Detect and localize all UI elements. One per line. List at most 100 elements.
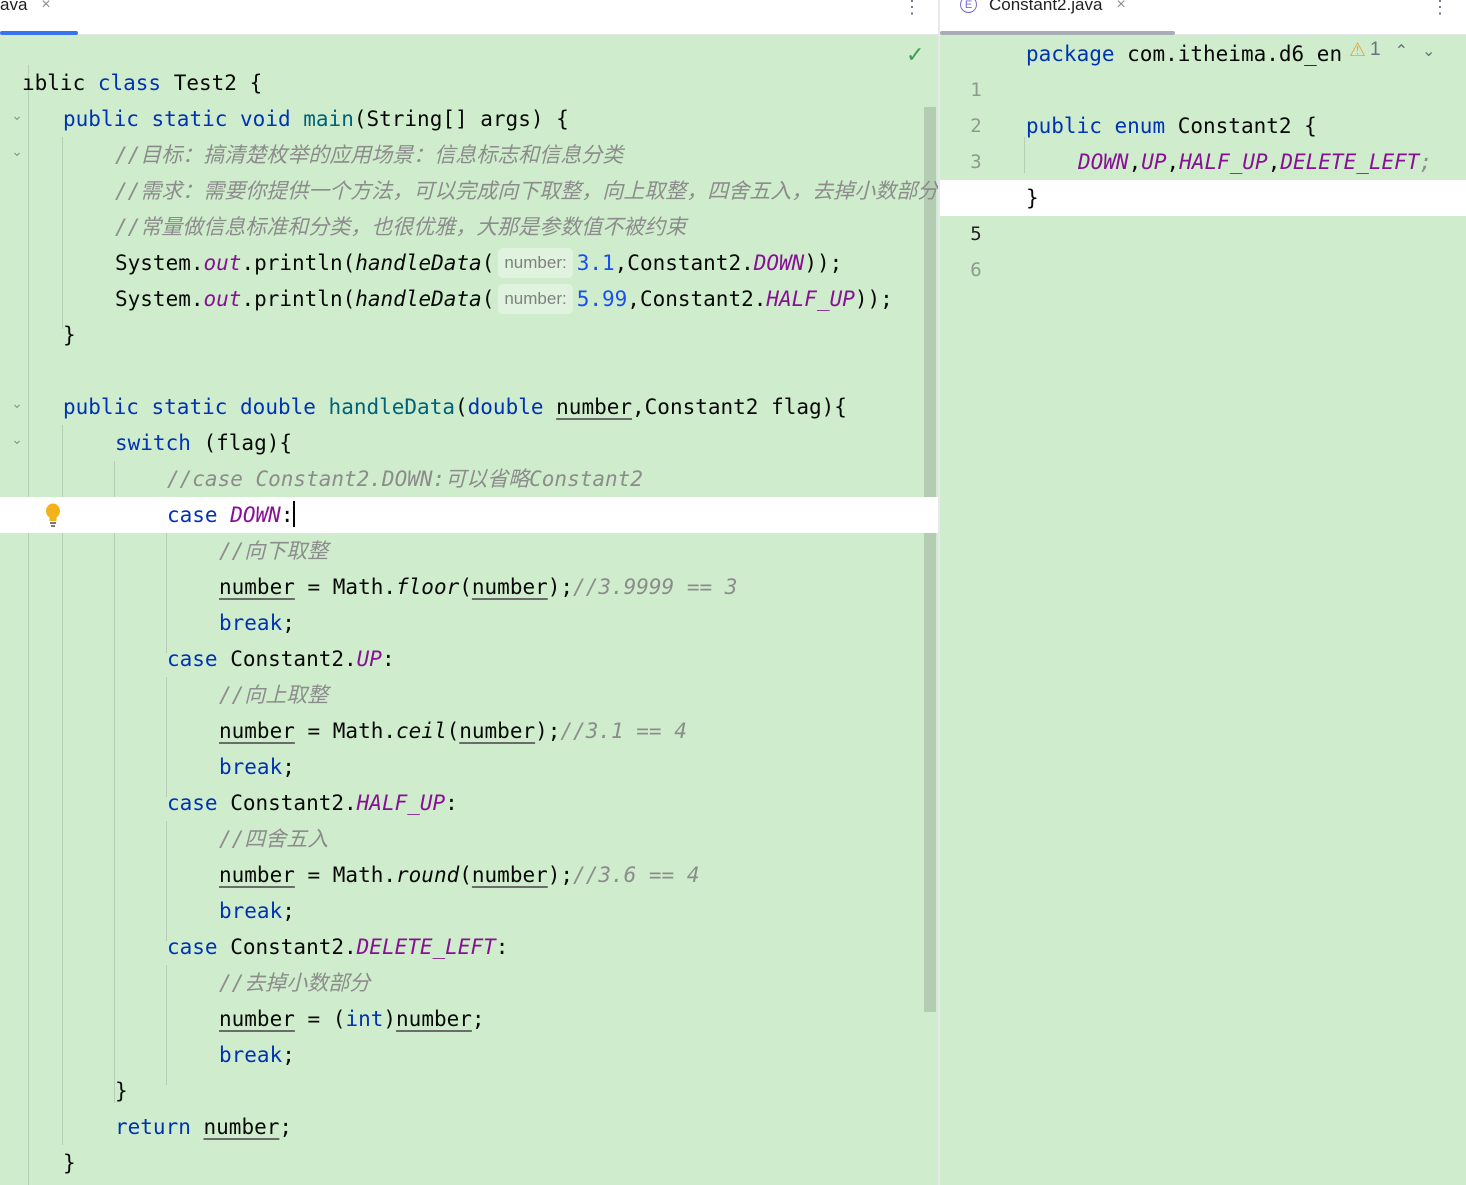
- method-call: ceil: [396, 719, 447, 743]
- close-icon[interactable]: ×: [1116, 0, 1125, 14]
- keyword: return: [115, 1115, 191, 1139]
- code-line: number = Math.ceil(number);//3.1 == 4: [0, 713, 938, 749]
- tab-constant2-java[interactable]: E Constant2.java ×: [960, 0, 1126, 34]
- tab-test2-java[interactable]: ava ×: [0, 0, 51, 34]
- keyword: public: [63, 395, 139, 419]
- reassigned-parameter: number: [219, 1007, 295, 1031]
- code-line: number = Math.round(number);//3.6 == 4: [0, 857, 938, 893]
- code-text: Constant2.: [217, 791, 357, 815]
- code-text: System.: [115, 251, 204, 275]
- code-line: System.out.println(handleData(number: 5.9…: [0, 281, 938, 317]
- code-text: ;: [279, 1115, 293, 1139]
- code-text: (: [454, 395, 468, 419]
- code-line: public static void main(String[] args) {: [0, 101, 938, 137]
- keyword: static: [151, 395, 228, 419]
- code-line: System.out.println(handleData(number: 3.1…: [0, 245, 938, 281]
- code-text: Constant2.: [217, 647, 357, 671]
- code-line: //四舍五入: [0, 821, 938, 857]
- enum-constant: HALF_UP: [1179, 150, 1268, 174]
- code-text: ,Constant2.: [627, 287, 767, 311]
- method-name: main: [303, 107, 354, 131]
- code-text: ,: [1128, 150, 1142, 174]
- code-text: ;: [282, 899, 295, 923]
- keyword: case: [167, 647, 218, 671]
- code-text: ));: [854, 287, 893, 311]
- code-line: break;: [0, 749, 938, 785]
- keyword: static: [151, 107, 228, 131]
- code-text: ;: [471, 1007, 485, 1031]
- code-line: 2: [940, 72, 1466, 137]
- comment: //向上取整: [219, 683, 329, 707]
- right-tab-bar: E Constant2.java × ⋮: [940, 0, 1466, 35]
- keyword: enum: [1114, 114, 1166, 138]
- comment: //需求：需要你提供一个方法，可以完成向下取整，向上取整，四舍五入，去掉小数部分: [115, 179, 938, 203]
- reassigned-parameter: number: [556, 395, 633, 419]
- code-line: break;: [0, 605, 938, 641]
- left-editor-pane: ava × ⋮ ✓ ⌄ ⌄ ⌄ ⌄ ıblic class Test2 { pu…: [0, 0, 938, 1185]
- enum-icon: E: [960, 0, 977, 13]
- left-tab-bar: ava × ⋮: [0, 0, 938, 35]
- comment: //3.9999 == 3: [573, 575, 738, 599]
- reassigned-parameter: number: [219, 863, 295, 887]
- current-code-line: 5 }: [940, 180, 1466, 245]
- code-text: = Math.: [294, 863, 397, 887]
- code-line: }: [0, 317, 938, 353]
- code-text: ıblic: [22, 71, 98, 95]
- package-name: com.itheima.d6_en: [1114, 42, 1343, 66]
- code-editor-right[interactable]: ⚠ 1 ⌃ ⌄ 1 package com.itheima.d6_en 2 3 …: [940, 35, 1466, 1185]
- reassigned-parameter: number: [219, 575, 295, 599]
- comment: //3.1 == 4: [560, 719, 687, 743]
- code-text: = (: [294, 1007, 346, 1031]
- line-number: 6: [970, 259, 982, 281]
- code-line: 4 DOWN,UP,HALF_UP,DELETE_LEFT;: [940, 144, 1466, 209]
- tab-label: Constant2.java: [989, 0, 1103, 14]
- code-line: break;: [0, 1037, 938, 1073]
- number-literal: 5.99: [576, 287, 628, 311]
- lightbulb-icon[interactable]: [44, 502, 62, 528]
- code-text: );: [547, 863, 574, 887]
- enum-constant: DOWN: [753, 251, 805, 275]
- code-line: case Constant2.HALF_UP:: [0, 785, 938, 821]
- closing-brace: }: [63, 323, 76, 347]
- comment: //四舍五入: [219, 827, 329, 851]
- code-text: (: [459, 863, 472, 887]
- comment: //3.6 == 4: [573, 863, 700, 887]
- code-line: //向上取整: [0, 677, 938, 713]
- code-text: :: [445, 791, 458, 815]
- more-options-icon[interactable]: ⋮: [903, 0, 921, 16]
- enum-constant: DELETE_LEFT: [356, 935, 496, 959]
- close-icon[interactable]: ×: [41, 0, 50, 14]
- code-text: ;: [282, 1043, 295, 1067]
- code-text: ,: [1267, 150, 1281, 174]
- tab-label: ava: [0, 0, 28, 14]
- method-call: handleData: [355, 287, 482, 311]
- keyword: case: [167, 791, 218, 815]
- code-line: case Constant2.DELETE_LEFT:: [0, 929, 938, 965]
- code-text: Constant2 {: [1165, 114, 1317, 138]
- enum-constant: UP: [356, 647, 382, 671]
- enum-constant: UP: [1141, 150, 1167, 174]
- keyword: public: [63, 107, 139, 131]
- method-call: floor: [396, 575, 460, 599]
- code-text: Constant2.: [217, 935, 357, 959]
- reassigned-parameter: number: [203, 1115, 280, 1139]
- comment: //case Constant2.DOWN:可以省略Constant2: [167, 467, 643, 491]
- keyword: double: [467, 395, 544, 419]
- more-options-icon[interactable]: ⋮: [1431, 0, 1449, 16]
- code-text: (String[] args) {: [353, 107, 569, 131]
- code-text: :: [381, 647, 395, 671]
- comment: //常量做信息标准和分类，也很优雅，大那是参数值不被约束: [115, 215, 687, 239]
- keyword: break: [219, 755, 283, 779]
- reassigned-parameter: number: [471, 575, 548, 599]
- static-field: out: [203, 251, 242, 275]
- code-line: //case Constant2.DOWN:可以省略Constant2: [0, 461, 938, 497]
- code-text: ,Constant2 flag){: [632, 395, 847, 419]
- enum-constant: HALF_UP: [356, 791, 446, 815]
- code-editor-left[interactable]: ✓ ⌄ ⌄ ⌄ ⌄ ıblic class Test2 { public sta…: [0, 35, 938, 1185]
- code-text: = Math.: [294, 575, 397, 599]
- number-literal: 3.1: [576, 251, 615, 275]
- code-line: //常量做信息标准和分类，也很优雅，大那是参数值不被约束: [0, 209, 938, 245]
